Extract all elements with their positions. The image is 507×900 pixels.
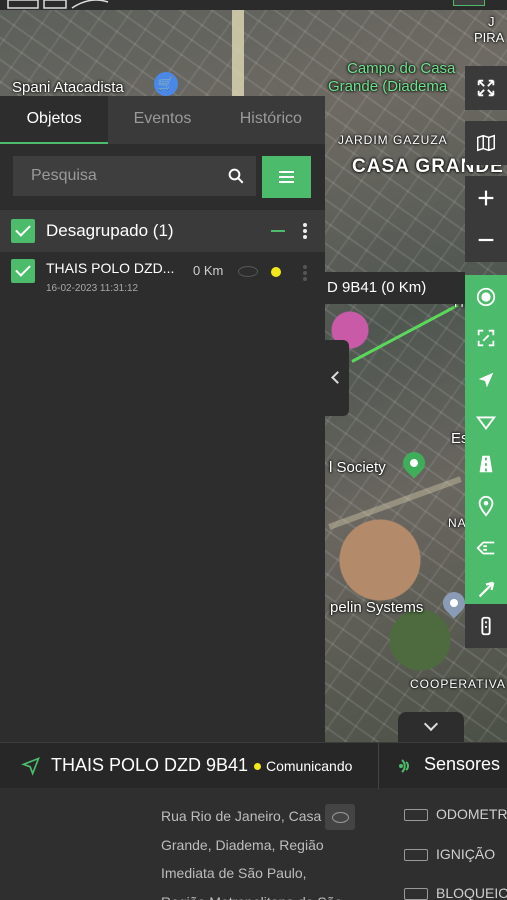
layers-button[interactable] xyxy=(465,275,507,319)
marker-icon xyxy=(478,495,494,517)
map-label: PIRA xyxy=(474,30,505,45)
top-menu-button[interactable] xyxy=(453,0,485,6)
object-time: 16-02-2023 11:31:12 xyxy=(46,283,139,294)
key-icon xyxy=(404,849,428,862)
road-button[interactable] xyxy=(465,442,507,486)
sensor-ignicao: IGNIÇÃO xyxy=(404,846,495,862)
map-road xyxy=(328,476,462,530)
objects-panel: Objetos Eventos Histórico Pesquisa Desag… xyxy=(0,96,325,742)
map-label: l Society xyxy=(329,459,386,476)
group-label: Desagrupado (1) xyxy=(46,221,174,240)
map-label: Spani Atacadista xyxy=(12,79,124,96)
map-label: COOPERATIVA xyxy=(410,677,506,691)
measure-icon xyxy=(475,416,497,430)
collapse-group-icon[interactable] xyxy=(271,230,285,232)
marker-button[interactable] xyxy=(465,484,507,528)
map-road xyxy=(232,10,244,100)
group-options-icon[interactable] xyxy=(303,223,307,241)
group-checkbox[interactable] xyxy=(11,219,35,243)
road-icon xyxy=(479,455,493,473)
tab-objetos[interactable]: Objetos xyxy=(0,96,109,144)
collapse-panel-button[interactable] xyxy=(325,340,349,416)
status-text: Comunicando xyxy=(266,758,353,774)
layers-icon xyxy=(476,287,496,307)
map-label: J xyxy=(488,14,495,29)
navigate-icon xyxy=(478,372,494,388)
group-row[interactable]: Desagrupado (1) xyxy=(0,210,325,252)
menu-icon xyxy=(279,176,294,178)
sensor-odometro: ODOMETRO xyxy=(404,806,507,822)
object-name: THAIS POLO DZD... xyxy=(46,260,175,276)
details-header: THAIS POLO DZD 9B41 Comunicando Sensores xyxy=(0,742,507,789)
menu-icon xyxy=(279,181,294,183)
search-row: Pesquisa xyxy=(13,156,313,198)
fit-bounds-button[interactable] xyxy=(465,316,507,360)
map-label: pelin Systems xyxy=(330,599,424,616)
tab-historico[interactable]: Histórico xyxy=(217,96,325,144)
map-type-button[interactable] xyxy=(465,121,507,165)
fullscreen-button[interactable] xyxy=(465,66,507,110)
signal-icon xyxy=(399,759,409,773)
navigate-button[interactable] xyxy=(465,358,507,402)
tab-sensores[interactable]: Sensores xyxy=(424,754,500,775)
search-icon[interactable] xyxy=(227,167,245,185)
device-button[interactable] xyxy=(465,604,507,648)
place-pin-icon[interactable] xyxy=(398,447,430,479)
menu-icon xyxy=(279,171,294,173)
map-label: JARDIM GAZUZA xyxy=(338,133,448,147)
odometer-icon xyxy=(404,809,428,822)
object-checkbox[interactable] xyxy=(11,259,35,283)
map-label: Campo do Casa xyxy=(347,60,456,77)
address-line: Imediata de São Paulo, xyxy=(161,865,307,881)
map-label: NA xyxy=(448,516,467,530)
send-icon xyxy=(478,581,495,598)
tab-eventos[interactable]: Eventos xyxy=(108,96,216,144)
object-options-icon[interactable] xyxy=(303,265,307,283)
object-row[interactable]: THAIS POLO DZD... 16-02-2023 11:31:12 0 … xyxy=(0,254,325,300)
navigation-arrow-icon xyxy=(21,757,40,776)
object-distance: 0 Km xyxy=(193,263,224,278)
sensor-label: IGNIÇÃO xyxy=(436,846,496,862)
address-line: Região Metropolitana de São xyxy=(161,888,356,900)
sensor-bloqueio: BLOQUEIO xyxy=(404,885,507,900)
route-button[interactable] xyxy=(465,526,507,570)
eye-icon[interactable] xyxy=(325,804,355,830)
expand-bottom-button[interactable] xyxy=(398,712,464,742)
zoom-out-icon xyxy=(478,238,494,242)
object-callout[interactable]: D 9B41 (0 Km) xyxy=(325,272,465,304)
route-line xyxy=(351,303,459,363)
map-icon xyxy=(477,134,495,152)
object-details: THAIS POLO DZD 9B41 Comunicando Sensores… xyxy=(0,742,507,900)
shopping-cart-icon[interactable]: 🛒 xyxy=(154,72,178,96)
details-title: THAIS POLO DZD 9B41 xyxy=(51,755,249,775)
route-icon xyxy=(476,541,495,555)
address-line: Grande, Diadema, Região xyxy=(161,836,324,853)
status-dot xyxy=(254,763,261,770)
device-icon xyxy=(481,616,491,636)
divider xyxy=(378,743,379,789)
status-dot xyxy=(271,267,281,277)
zoom-in-icon xyxy=(478,190,494,206)
measure-button[interactable] xyxy=(465,400,507,444)
logo-icon xyxy=(7,0,109,9)
top-bar xyxy=(0,0,507,10)
sensor-label: BLOQUEIO xyxy=(436,885,507,900)
fullscreen-icon xyxy=(477,79,495,97)
app-root: Spani Atacadista 🛒 Campo do Casa Grande … xyxy=(0,0,507,900)
map-label: Grande (Diadema xyxy=(328,78,448,95)
zoom-out-button[interactable] xyxy=(465,218,507,262)
panel-tabs: Objetos Eventos Histórico xyxy=(0,96,325,144)
zoom-in-button[interactable] xyxy=(465,176,507,220)
lock-icon xyxy=(404,888,428,900)
fit-bounds-icon xyxy=(477,329,495,347)
list-menu-button[interactable] xyxy=(262,156,311,198)
sensor-label: ODOMETRO xyxy=(436,806,507,822)
search-input[interactable]: Pesquisa xyxy=(13,156,256,196)
eye-icon[interactable] xyxy=(238,266,258,277)
